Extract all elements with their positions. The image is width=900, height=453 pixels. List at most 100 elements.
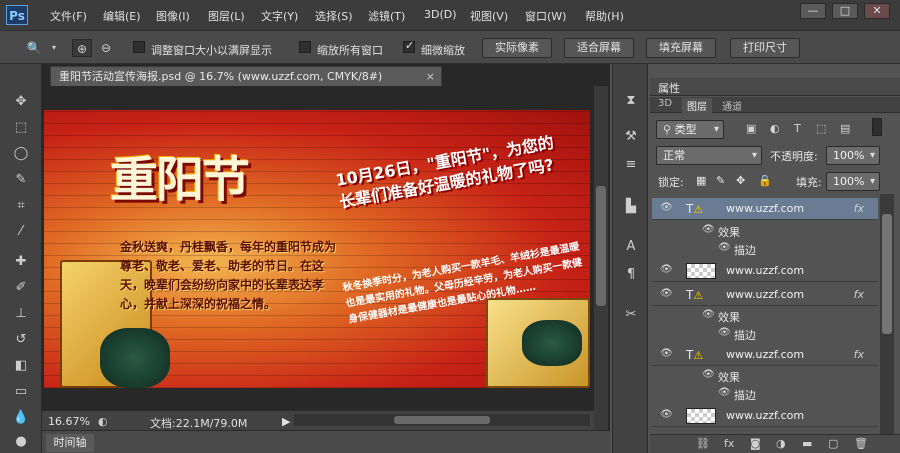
eye-icon[interactable]: 👁: [702, 369, 715, 380]
blend-mode-dropdown[interactable]: 正常: [656, 146, 762, 165]
eye-icon[interactable]: 👁: [702, 309, 715, 320]
eye-icon[interactable]: 👁: [660, 288, 673, 299]
lasso-tool-icon[interactable]: ◯: [10, 144, 32, 164]
effects-row[interactable]: 👁 效果: [652, 366, 878, 386]
opacity-field[interactable]: 100%: [826, 146, 880, 165]
menu-file[interactable]: 文件(F): [50, 8, 87, 24]
tools-icon[interactable]: ✂: [621, 306, 641, 324]
layer-row[interactable]: 👁 T⚠ www.uzzf.com fx: [652, 344, 878, 366]
close-tab-icon[interactable]: ×: [426, 67, 435, 86]
scrubby-zoom-checkbox[interactable]: [403, 39, 415, 53]
add-mask-icon[interactable]: ◙: [750, 437, 761, 450]
properties-header[interactable]: 属性: [650, 78, 900, 96]
zoom-tool-icon[interactable]: 🔍: [24, 39, 44, 57]
lock-position-icon[interactable]: ✥: [736, 174, 745, 187]
fit-screen-button[interactable]: 适合屏幕: [564, 38, 634, 58]
lock-transparent-icon[interactable]: ▦: [696, 174, 706, 187]
horizontal-scrollbar[interactable]: [294, 414, 590, 426]
layer-row[interactable]: 👁 www.uzzf.com: [652, 405, 878, 427]
tab-3d[interactable]: 3D: [658, 98, 672, 109]
eyedropper-tool-icon[interactable]: ⁄: [10, 222, 32, 242]
effects-row[interactable]: 👁 效果: [652, 221, 878, 241]
menu-3d[interactable]: 3D(D): [424, 8, 457, 21]
maximize-button[interactable]: □: [832, 3, 858, 19]
menu-window[interactable]: 窗口(W): [525, 8, 566, 24]
timeline-tab[interactable]: 时间轴: [46, 434, 94, 452]
vertical-scroll-thumb[interactable]: [596, 186, 606, 306]
document-tab[interactable]: 重阳节活动宣传海报.psd @ 16.7% (www.uzzf.com, CMY…: [50, 66, 442, 86]
quick-select-tool-icon[interactable]: ✎: [10, 170, 32, 190]
eye-icon[interactable]: 👁: [660, 202, 673, 213]
vertical-scrollbar[interactable]: [594, 86, 608, 434]
resize-windows-checkbox[interactable]: [133, 41, 145, 53]
brush-presets-icon[interactable]: ▙: [621, 198, 641, 216]
fill-screen-button[interactable]: 填充屏幕: [646, 38, 716, 58]
menu-image[interactable]: 图像(I): [156, 8, 190, 24]
menu-layer[interactable]: 图层(L): [208, 8, 245, 24]
new-group-icon[interactable]: ▬: [802, 437, 812, 450]
new-adjustment-icon[interactable]: ◑: [776, 437, 786, 450]
move-tool-icon[interactable]: ✥: [10, 92, 32, 112]
fx-icon[interactable]: fx: [854, 288, 864, 301]
status-arrow-icon[interactable]: ▶: [282, 415, 290, 428]
adjustments-icon[interactable]: ≡: [621, 156, 641, 174]
horizontal-scroll-thumb[interactable]: [394, 416, 490, 424]
add-style-icon[interactable]: fx: [724, 437, 734, 450]
delete-layer-icon[interactable]: 🗑: [854, 437, 868, 450]
crop-tool-icon[interactable]: ⌗: [10, 196, 32, 216]
healing-brush-tool-icon[interactable]: ✚: [10, 252, 32, 272]
menu-select[interactable]: 选择(S): [315, 8, 353, 24]
fill-field[interactable]: 100%: [826, 172, 880, 191]
filter-toggle[interactable]: [872, 118, 882, 136]
fx-icon[interactable]: fx: [854, 202, 864, 215]
dodge-tool-icon[interactable]: ●: [10, 432, 32, 452]
lock-all-icon[interactable]: 🔒: [758, 174, 772, 187]
blur-tool-icon[interactable]: 💧: [10, 408, 32, 428]
layers-scrollbar[interactable]: [880, 194, 894, 434]
link-layers-icon[interactable]: ⛓: [696, 437, 710, 450]
character-icon[interactable]: A: [621, 238, 641, 256]
shape-filter-icon[interactable]: ⬚: [816, 122, 826, 135]
menu-filter[interactable]: 滤镜(T): [368, 8, 405, 24]
adjustment-filter-icon[interactable]: ◐: [770, 122, 780, 135]
eye-icon[interactable]: 👁: [660, 264, 673, 275]
marquee-tool-icon[interactable]: ⬚: [10, 118, 32, 138]
stroke-row[interactable]: 👁 描边: [652, 239, 878, 259]
menu-help[interactable]: 帮助(H): [585, 8, 624, 24]
clone-stamp-tool-icon[interactable]: ⊥: [10, 304, 32, 324]
eye-icon[interactable]: 👁: [702, 224, 715, 235]
eye-icon[interactable]: 👁: [718, 242, 731, 253]
menu-edit[interactable]: 编辑(E): [103, 8, 141, 24]
history-brush-tool-icon[interactable]: ↺: [10, 330, 32, 350]
layer-row[interactable]: 👁 T⚠ www.uzzf.com fx: [652, 198, 878, 220]
status-menu-icon[interactable]: ◐: [98, 415, 108, 428]
actual-pixels-button[interactable]: 实际像素: [482, 38, 552, 58]
zoom-in-icon[interactable]: ⊕: [72, 39, 92, 57]
menu-view[interactable]: 视图(V): [470, 8, 508, 24]
new-layer-icon[interactable]: ▢: [828, 437, 838, 450]
layer-filter-dropdown[interactable]: ⚲ 类型: [656, 120, 724, 139]
type-filter-icon[interactable]: T: [794, 122, 801, 135]
eraser-tool-icon[interactable]: ◧: [10, 356, 32, 376]
tab-channels[interactable]: 通道: [722, 98, 742, 113]
lock-pixels-icon[interactable]: ✎: [716, 174, 725, 187]
zoom-all-checkbox[interactable]: [299, 41, 311, 53]
close-window-button[interactable]: ✕: [864, 3, 890, 19]
tool-presets-icon[interactable]: ⚒: [621, 128, 641, 146]
history-icon[interactable]: ⧗: [621, 92, 641, 110]
pixel-filter-icon[interactable]: ▣: [746, 122, 756, 135]
smart-object-filter-icon[interactable]: ▤: [840, 122, 850, 135]
layers-scroll-thumb[interactable]: [882, 214, 892, 334]
tab-layers[interactable]: 图层: [682, 98, 712, 113]
eye-icon[interactable]: 👁: [660, 409, 673, 420]
eye-icon[interactable]: 👁: [718, 387, 731, 398]
layer-row[interactable]: 👁 www.uzzf.com: [652, 260, 878, 282]
eye-icon[interactable]: 👁: [660, 348, 673, 359]
stroke-row[interactable]: 👁 描边: [652, 384, 878, 404]
chevron-down-icon[interactable]: ▾: [44, 39, 64, 57]
brush-tool-icon[interactable]: ✐: [10, 278, 32, 298]
minimize-button[interactable]: —: [800, 3, 826, 19]
effects-row[interactable]: 👁 效果: [652, 306, 878, 326]
layer-row[interactable]: 👁 T⚠ www.uzzf.com fx: [652, 284, 878, 306]
menu-type[interactable]: 文字(Y): [261, 8, 298, 24]
